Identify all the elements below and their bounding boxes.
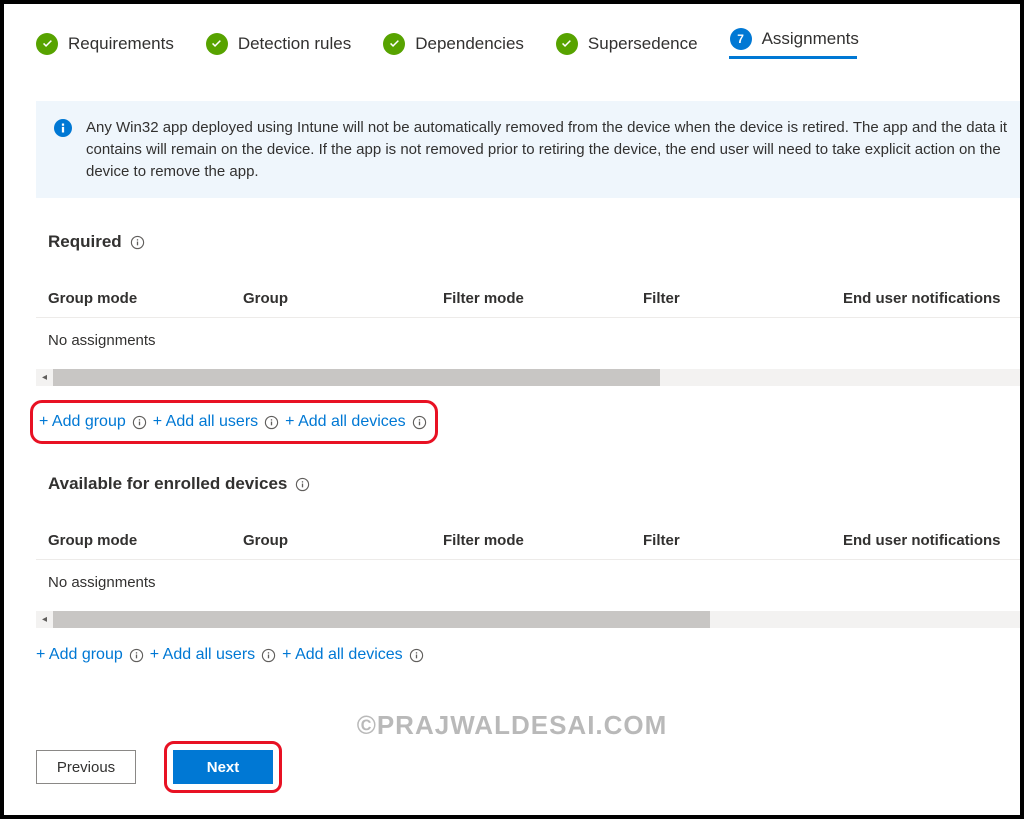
scroll-track[interactable] (53, 611, 1024, 628)
next-button[interactable]: Next (173, 750, 273, 784)
add-all-users-link[interactable]: + Add all users (153, 413, 258, 431)
col-header: End user notifications (843, 290, 1024, 307)
active-step-underline (729, 56, 857, 59)
step-assignments[interactable]: 7 Assignments (730, 28, 859, 59)
wizard-stepper: Requirements Detection rules Dependencie… (36, 28, 1024, 59)
info-icon[interactable] (264, 415, 279, 430)
check-icon (206, 33, 228, 55)
wizard-footer: Previous Next (36, 741, 282, 793)
info-icon[interactable] (129, 648, 144, 663)
empty-state-required: No assignments (36, 318, 1024, 365)
add-links-required: + Add group + Add all users + Add all de… (36, 400, 1024, 444)
scroll-left-icon[interactable]: ◂ (36, 611, 53, 628)
section-title-available: Available for enrolled devices (48, 474, 1024, 494)
col-header: Group mode (48, 290, 243, 307)
info-icon[interactable] (295, 477, 310, 492)
col-header: Filter (643, 290, 843, 307)
col-header: Group (243, 532, 443, 549)
add-group-link[interactable]: + Add group (39, 413, 126, 431)
add-all-users-link[interactable]: + Add all users (150, 646, 255, 664)
col-header: Group mode (48, 532, 243, 549)
empty-state-available: No assignments (36, 560, 1024, 607)
info-banner: Any Win32 app deployed using Intune will… (36, 101, 1024, 198)
add-all-devices-link[interactable]: + Add all devices (285, 413, 406, 431)
col-header: End user notifications (843, 532, 1024, 549)
step-label: Dependencies (415, 34, 524, 54)
step-label: Supersedence (588, 34, 698, 54)
table-header-required: Group mode Group Filter mode Filter End … (36, 290, 1024, 318)
step-detection-rules[interactable]: Detection rules (206, 33, 351, 55)
check-icon (36, 33, 58, 55)
horizontal-scrollbar[interactable]: ◂ (36, 369, 1024, 386)
table-header-available: Group mode Group Filter mode Filter End … (36, 532, 1024, 560)
step-dependencies[interactable]: Dependencies (383, 33, 524, 55)
horizontal-scrollbar[interactable]: ◂ (36, 611, 1024, 628)
info-icon[interactable] (412, 415, 427, 430)
watermark: ©PRAJWALDESAI.COM (357, 710, 668, 741)
info-icon[interactable] (132, 415, 147, 430)
step-label: Detection rules (238, 34, 351, 54)
scroll-thumb[interactable] (53, 369, 660, 386)
highlight-box: Next (164, 741, 282, 793)
previous-button[interactable]: Previous (36, 750, 136, 784)
step-label: Assignments (762, 29, 859, 49)
add-all-devices-link[interactable]: + Add all devices (282, 646, 403, 664)
section-title-required: Required (48, 232, 1024, 252)
check-icon (383, 33, 405, 55)
step-label: Requirements (68, 34, 174, 54)
col-header: Group (243, 290, 443, 307)
info-text: Any Win32 app deployed using Intune will… (86, 117, 1024, 182)
col-header: Filter mode (443, 290, 643, 307)
scroll-thumb[interactable] (53, 611, 710, 628)
info-icon[interactable] (130, 235, 145, 250)
check-icon (556, 33, 578, 55)
info-icon[interactable] (409, 648, 424, 663)
add-group-link[interactable]: + Add group (36, 646, 123, 664)
step-number-badge: 7 (730, 28, 752, 50)
info-icon[interactable] (261, 648, 276, 663)
col-header: Filter (643, 532, 843, 549)
step-supersedence[interactable]: Supersedence (556, 33, 698, 55)
highlight-box: + Add group + Add all users + Add all de… (30, 400, 438, 444)
col-header: Filter mode (443, 532, 643, 549)
info-icon (54, 119, 72, 137)
scroll-track[interactable] (53, 369, 1024, 386)
add-links-available: + Add group + Add all users + Add all de… (36, 646, 1024, 664)
step-requirements[interactable]: Requirements (36, 33, 174, 55)
scroll-left-icon[interactable]: ◂ (36, 369, 53, 386)
